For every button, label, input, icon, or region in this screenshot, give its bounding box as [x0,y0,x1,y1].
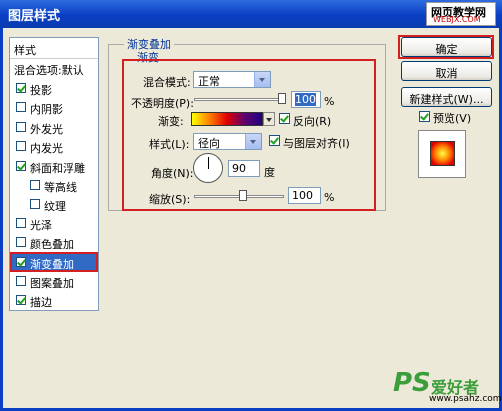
preview-swatch [430,141,455,166]
watermark-site-url: WEBJX.COM [433,15,481,24]
window-title: 图层样式 [8,9,61,24]
inner-shadow-label: 内阴影 [30,103,63,116]
contour-label: 等高线 [44,181,77,194]
drop-shadow-label: 投影 [30,84,52,97]
styles-item-contour[interactable]: 等高线 [10,176,98,195]
highlight-box-ok [398,35,494,59]
styles-item-pattern-overlay[interactable]: 图案叠加 [10,272,98,291]
bevel-emboss-checkbox[interactable] [16,161,26,171]
watermark-logo: 网页教学网 WEBJX.COM [426,2,496,26]
styles-item-stroke[interactable]: 描边 [10,291,98,310]
outer-glow-label: 外发光 [30,123,63,136]
psahz-logo: PS 爱好者 www.psahz.com [391,368,502,408]
highlight-box-settings [122,59,376,211]
highlight-box-gradient-overlay [10,252,98,272]
styles-item-satin[interactable]: 光泽 [10,214,98,233]
inner-glow-checkbox[interactable] [16,141,26,151]
inner-glow-label: 内发光 [30,142,63,155]
cancel-button[interactable]: 取消 [401,61,492,81]
new-style-button[interactable]: 新建样式(W)... [401,87,492,107]
stroke-label: 描边 [30,296,52,309]
blend-options-label: 混合选项:默认 [14,64,84,77]
inner-shadow-checkbox[interactable] [16,102,26,112]
ps-logo-url: www.psahz.com [429,394,502,404]
styles-item-outer-glow[interactable]: 外发光 [10,118,98,137]
cancel-button-label: 取消 [435,67,458,80]
color-overlay-checkbox[interactable] [16,237,26,247]
texture-label: 纹理 [44,200,66,213]
styles-header-label: 样式 [14,44,36,57]
preview-checkbox[interactable] [419,111,430,122]
new-style-button-label: 新建样式(W)... [409,93,484,106]
color-overlay-label: 颜色叠加 [30,238,74,251]
preview-label: 预览(V) [433,112,472,125]
outer-glow-checkbox[interactable] [16,122,26,132]
styles-item-inner-glow[interactable]: 内发光 [10,137,98,156]
texture-checkbox[interactable] [30,199,40,209]
style-preview-thumbnail [418,130,466,178]
pattern-overlay-checkbox[interactable] [16,276,26,286]
ps-logo-mark: PS [393,368,431,398]
styles-header[interactable]: 样式 [10,38,98,59]
bevel-emboss-label: 斜面和浮雕 [30,162,85,175]
drop-shadow-checkbox[interactable] [16,83,26,93]
styles-item-color-overlay[interactable]: 颜色叠加 [10,233,98,252]
contour-checkbox[interactable] [30,180,40,190]
satin-checkbox[interactable] [16,218,26,228]
satin-label: 光泽 [30,219,52,232]
styles-item-drop-shadow[interactable]: 投影 [10,79,98,98]
styles-item-texture[interactable]: 纹理 [10,195,98,214]
pattern-overlay-label: 图案叠加 [30,277,74,290]
stroke-checkbox[interactable] [16,295,26,305]
styles-item-bevel-emboss[interactable]: 斜面和浮雕 [10,157,98,176]
title-bar: 图层样式 网页教学网 WEBJX.COM [0,0,502,28]
blend-options-item[interactable]: 混合选项:默认 [10,59,98,78]
styles-item-inner-shadow[interactable]: 内阴影 [10,98,98,117]
